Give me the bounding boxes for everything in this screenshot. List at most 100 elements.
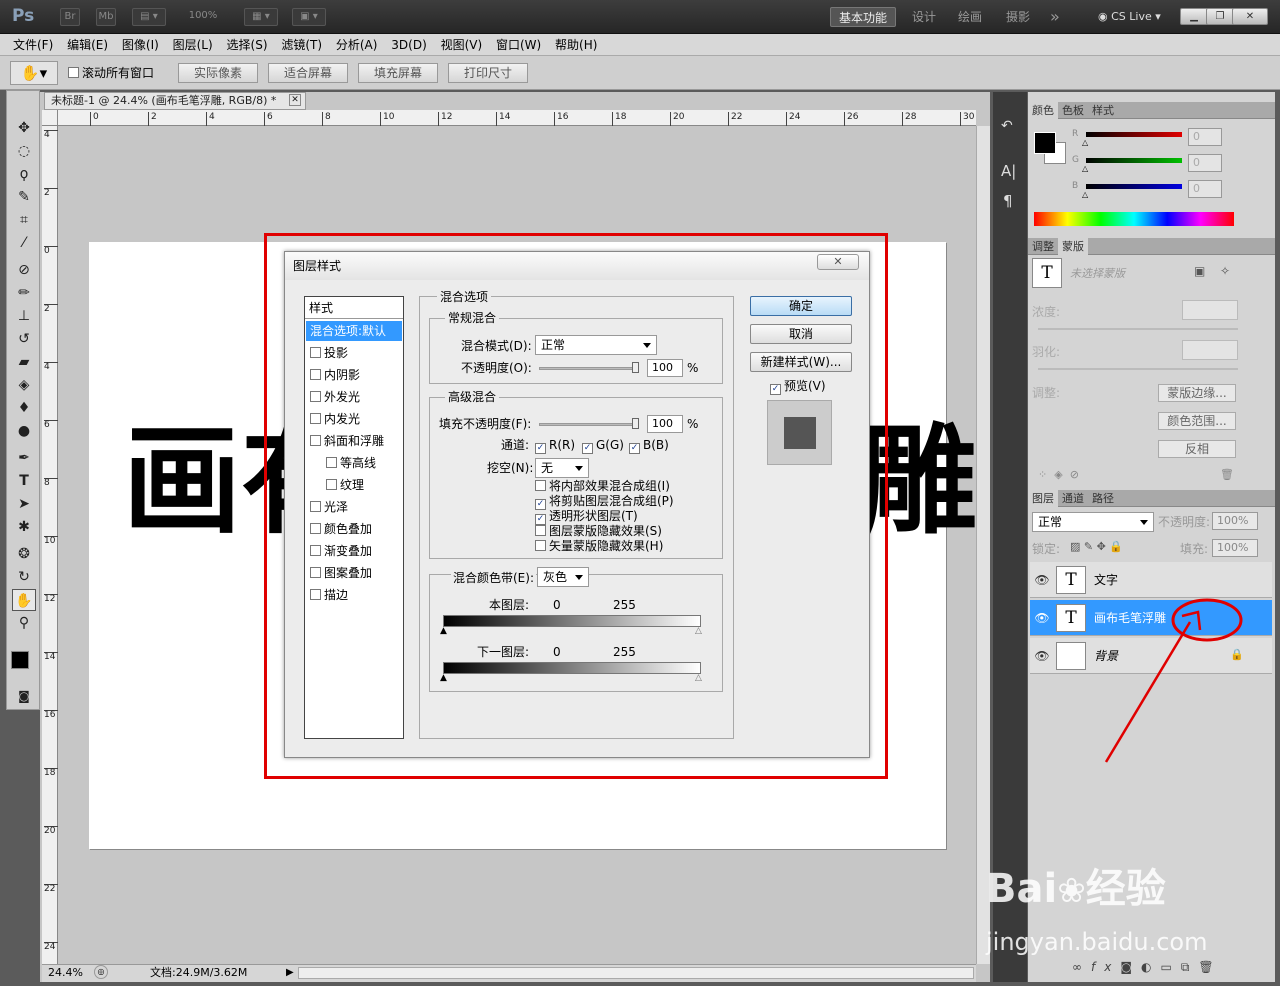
- close-tab-icon[interactable]: ✕: [289, 94, 301, 106]
- restore-button[interactable]: ❐: [1206, 8, 1234, 25]
- layer-fill-input[interactable]: 100%: [1212, 539, 1258, 557]
- scroll-all-checkbox[interactable]: [68, 67, 79, 78]
- layer-blend-mode-dropdown[interactable]: 正常: [1032, 512, 1154, 532]
- blur-tool-icon[interactable]: ♦: [12, 397, 36, 419]
- healing-brush-tool-icon[interactable]: ⊘: [12, 259, 36, 281]
- clone-stamp-tool-icon[interactable]: ⊥: [12, 305, 36, 327]
- tab-swatches[interactable]: 色板: [1058, 102, 1088, 119]
- mask-edge-button[interactable]: 蒙版边缘...: [1158, 384, 1236, 402]
- menu-filter[interactable]: 滤镜(T): [276, 34, 327, 56]
- zoom-tool-icon[interactable]: ⚲: [12, 612, 36, 634]
- pen-tool-icon[interactable]: ✒: [12, 447, 36, 469]
- density-slider[interactable]: [1038, 328, 1238, 330]
- fill-screen-button[interactable]: 填充屏幕: [358, 63, 438, 83]
- status-menu-arrow-icon[interactable]: ▶: [286, 965, 294, 981]
- add-mask-icon[interactable]: ◙: [1120, 960, 1141, 974]
- scroll-all-windows[interactable]: 滚动所有窗口: [68, 65, 154, 81]
- pixel-mask-icon[interactable]: ▣: [1194, 264, 1205, 278]
- fit-screen-button[interactable]: 适合屏幕: [268, 63, 348, 83]
- menu-edit[interactable]: 编辑(E): [62, 34, 113, 56]
- hand-tool-icon[interactable]: ✋: [12, 589, 36, 611]
- channel-value-input[interactable]: 0: [1188, 180, 1222, 198]
- delete-layer-icon[interactable]: 🗑: [1198, 960, 1222, 974]
- 3d-rotate-tool-icon[interactable]: ❂: [12, 543, 36, 565]
- foreground-color-swatch[interactable]: [11, 651, 29, 669]
- channel-slider-thumb-icon[interactable]: △: [1082, 164, 1088, 173]
- menu-window[interactable]: 窗口(W): [491, 34, 546, 56]
- dodge-tool-icon[interactable]: ●: [12, 420, 36, 442]
- tab-channels[interactable]: 通道: [1058, 490, 1088, 507]
- lock-all-icon[interactable]: 🔒: [1109, 540, 1123, 553]
- adjustment-layer-icon[interactable]: ◐: [1141, 960, 1160, 974]
- channel-slider[interactable]: [1086, 132, 1182, 137]
- tab-layers[interactable]: 图层: [1028, 490, 1058, 507]
- delete-mask-icon[interactable]: 🗑: [1220, 468, 1234, 481]
- tab-paths[interactable]: 路径: [1088, 490, 1118, 507]
- workspace-photography[interactable]: 摄影: [998, 7, 1038, 27]
- crop-tool-icon[interactable]: ⌗: [12, 209, 36, 231]
- move-tool-icon[interactable]: ✥: [12, 117, 36, 139]
- channel-slider-thumb-icon[interactable]: △: [1082, 190, 1088, 199]
- screen-mode-dropdown[interactable]: ▣ ▾: [292, 8, 326, 26]
- fx-icon[interactable]: fx: [1091, 960, 1120, 974]
- marquee-tool-icon[interactable]: ◌: [12, 140, 36, 162]
- ruler-origin[interactable]: [42, 110, 58, 126]
- quick-mask-icon[interactable]: ◙: [12, 685, 36, 707]
- minimize-button[interactable]: ▁: [1180, 8, 1208, 25]
- arrange-documents-dropdown[interactable]: ▦ ▾: [244, 8, 278, 26]
- brush-tool-icon[interactable]: ✏: [12, 282, 36, 304]
- menu-analysis[interactable]: 分析(A): [331, 34, 383, 56]
- channel-slider[interactable]: [1086, 184, 1182, 189]
- lasso-tool-icon[interactable]: ϙ: [12, 163, 36, 185]
- quick-select-tool-icon[interactable]: ✎: [12, 186, 36, 208]
- feather-slider[interactable]: [1038, 368, 1238, 370]
- menu-layer[interactable]: 图层(L): [168, 34, 218, 56]
- eraser-tool-icon[interactable]: ▰: [12, 351, 36, 373]
- 3d-orbit-tool-icon[interactable]: ↻: [12, 566, 36, 588]
- tab-adjustments[interactable]: 调整: [1028, 238, 1058, 255]
- lock-image-icon[interactable]: ✎: [1084, 540, 1093, 553]
- path-select-tool-icon[interactable]: ➤: [12, 493, 36, 515]
- status-info-icon[interactable]: ◎: [94, 965, 108, 979]
- menu-view[interactable]: 视图(V): [436, 34, 488, 56]
- close-window-button[interactable]: ✕: [1232, 8, 1268, 25]
- paint-bucket-tool-icon[interactable]: ◈: [12, 374, 36, 396]
- workspace-essentials[interactable]: 基本功能: [830, 7, 897, 27]
- mini-bridge-button[interactable]: Mb: [96, 8, 116, 26]
- character-panel-icon[interactable]: A|: [1001, 162, 1016, 180]
- apply-mask-icon[interactable]: ◈: [1054, 468, 1062, 481]
- type-tool-icon[interactable]: T: [12, 470, 36, 492]
- tab-color[interactable]: 颜色: [1028, 102, 1058, 119]
- eyedropper-tool-icon[interactable]: ⁄: [12, 232, 36, 254]
- color-panel-foreground[interactable]: [1034, 132, 1056, 154]
- history-brush-tool-icon[interactable]: ↺: [12, 328, 36, 350]
- channel-slider-thumb-icon[interactable]: △: [1082, 138, 1088, 147]
- layer-visibility-eye-icon[interactable]: 👁: [1034, 572, 1050, 588]
- feather-input[interactable]: [1182, 340, 1238, 360]
- zoom-level-dropdown[interactable]: 100%: [180, 8, 226, 26]
- menu-image[interactable]: 图像(I): [117, 34, 164, 56]
- load-selection-icon[interactable]: ⁘: [1038, 468, 1047, 481]
- menu-help[interactable]: 帮助(H): [550, 34, 602, 56]
- shape-tool-icon[interactable]: ✱: [12, 516, 36, 538]
- vertical-scrollbar[interactable]: [976, 126, 990, 964]
- history-panel-icon[interactable]: ↶: [1001, 118, 1013, 134]
- channel-slider[interactable]: [1086, 158, 1182, 163]
- group-icon[interactable]: ▭: [1160, 960, 1180, 974]
- more-workspaces-icon[interactable]: »: [1042, 7, 1068, 27]
- tab-masks[interactable]: 蒙版: [1058, 238, 1088, 255]
- channel-value-input[interactable]: 0: [1188, 154, 1222, 172]
- menu-3d[interactable]: 3D(D): [386, 34, 431, 56]
- tab-styles[interactable]: 样式: [1088, 102, 1118, 119]
- workspace-painting[interactable]: 绘画: [950, 7, 990, 27]
- horizontal-scrollbar[interactable]: [298, 967, 974, 979]
- print-size-button[interactable]: 打印尺寸: [448, 63, 528, 83]
- color-range-button[interactable]: 颜色范围...: [1158, 412, 1236, 430]
- workspace-design[interactable]: 设计: [904, 7, 944, 27]
- menu-file[interactable]: 文件(F): [8, 34, 58, 56]
- lock-transparent-icon[interactable]: ▨: [1070, 540, 1080, 553]
- invert-button[interactable]: 反相: [1158, 440, 1236, 458]
- bridge-button[interactable]: Br: [60, 8, 80, 26]
- link-layers-icon[interactable]: ∞: [1072, 960, 1091, 974]
- status-zoom[interactable]: 24.4%: [48, 965, 83, 981]
